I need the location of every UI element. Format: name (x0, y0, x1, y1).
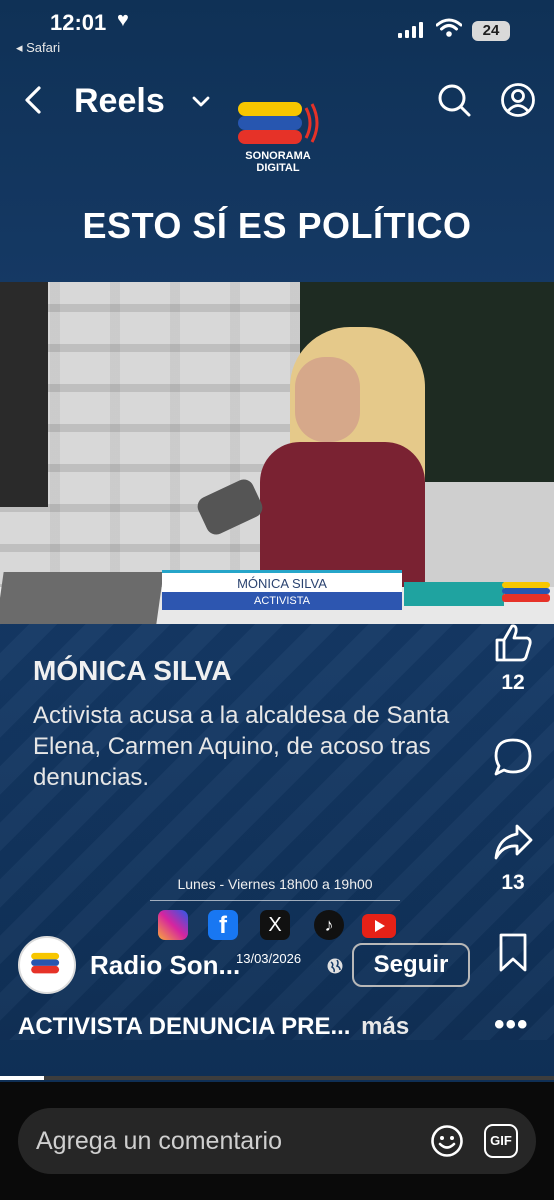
video-progress-fill (0, 1076, 45, 1080)
comment-icon[interactable] (491, 735, 535, 779)
avatar[interactable] (18, 936, 76, 994)
video-caption-name: MÓNICA SILVA (33, 655, 232, 686)
lower-third-name: MÓNICA SILVA (162, 570, 402, 592)
video-frame[interactable]: MÓNICA SILVA ACTIVISTA (0, 282, 554, 624)
chevron-down-icon[interactable] (190, 90, 212, 112)
cellular-signal-icon (398, 22, 426, 38)
status-time: 12:01 (50, 10, 107, 35)
sonorama-avatar-icon (31, 952, 60, 974)
logo-wordmark: SONORAMA DIGITAL (228, 150, 328, 174)
post-caption[interactable]: ACTIVISTA DENUNCIA PRE... más (18, 1013, 409, 1041)
back-to-safari-link[interactable]: ◂ Safari (16, 40, 60, 56)
like-action[interactable]: 12 (488, 620, 538, 695)
comment-input[interactable] (36, 1122, 416, 1160)
more-options-icon[interactable]: ••• (494, 1010, 529, 1040)
teal-strip (404, 582, 504, 606)
logo-line-1: SONORAMA (245, 150, 311, 162)
facebook-icon: f (208, 910, 238, 940)
video-caption-text: Activista acusa a la alcaldesa de Santa … (33, 702, 450, 791)
laptop (0, 572, 164, 624)
bookmark-icon[interactable] (491, 930, 535, 974)
comment-composer: GIF (18, 1108, 536, 1174)
schedule-text: Lunes - Viernes 18h00 a 19h00 (150, 876, 400, 901)
post-date: 13/03/2026 (236, 951, 302, 966)
page-title[interactable]: Reels (74, 82, 165, 121)
studio-monitor (0, 282, 48, 507)
lower-third: MÓNICA SILVA ACTIVISTA (162, 570, 402, 610)
emoji-icon[interactable] (430, 1124, 464, 1158)
mini-logo-icon (502, 582, 550, 602)
heart-icon: ♥ (117, 9, 129, 31)
account-name[interactable]: Radio Son... (90, 950, 240, 981)
x-icon: X (260, 910, 290, 940)
search-icon[interactable] (436, 82, 472, 118)
instagram-icon (158, 910, 188, 940)
profile-icon[interactable] (500, 82, 536, 118)
status-bar: 12:01 ♥ ◂ Safari 24 (0, 0, 554, 60)
logo-line-2: DIGITAL (256, 162, 300, 174)
thumbs-up-icon[interactable] (491, 620, 535, 664)
social-icons-row: f X ♪ (158, 910, 398, 944)
comment-action[interactable] (488, 735, 538, 784)
caption-text: ACTIVISTA DENUNCIA PRE... (18, 1013, 351, 1040)
tiktok-icon: ♪ (314, 910, 344, 940)
share-action[interactable]: 13 (488, 820, 538, 895)
lower-third-role: ACTIVISTA (162, 592, 402, 610)
back-icon[interactable] (20, 84, 48, 116)
follow-button[interactable]: Seguir (352, 943, 470, 987)
share-icon[interactable] (491, 820, 535, 864)
speaker-face (295, 357, 360, 442)
save-action[interactable] (488, 930, 538, 979)
more-link[interactable]: más (361, 1013, 409, 1040)
youtube-icon (362, 914, 396, 938)
globe-icon (327, 958, 343, 974)
gif-icon[interactable]: GIF (484, 1124, 518, 1158)
video-progress-bar[interactable] (0, 1076, 554, 1080)
share-count: 13 (501, 871, 525, 894)
wifi-icon (436, 18, 462, 37)
like-count: 12 (501, 671, 525, 694)
video-headline: ESTO SÍ ES POLÍTICO (82, 205, 472, 246)
battery-indicator: 24 (472, 21, 510, 41)
